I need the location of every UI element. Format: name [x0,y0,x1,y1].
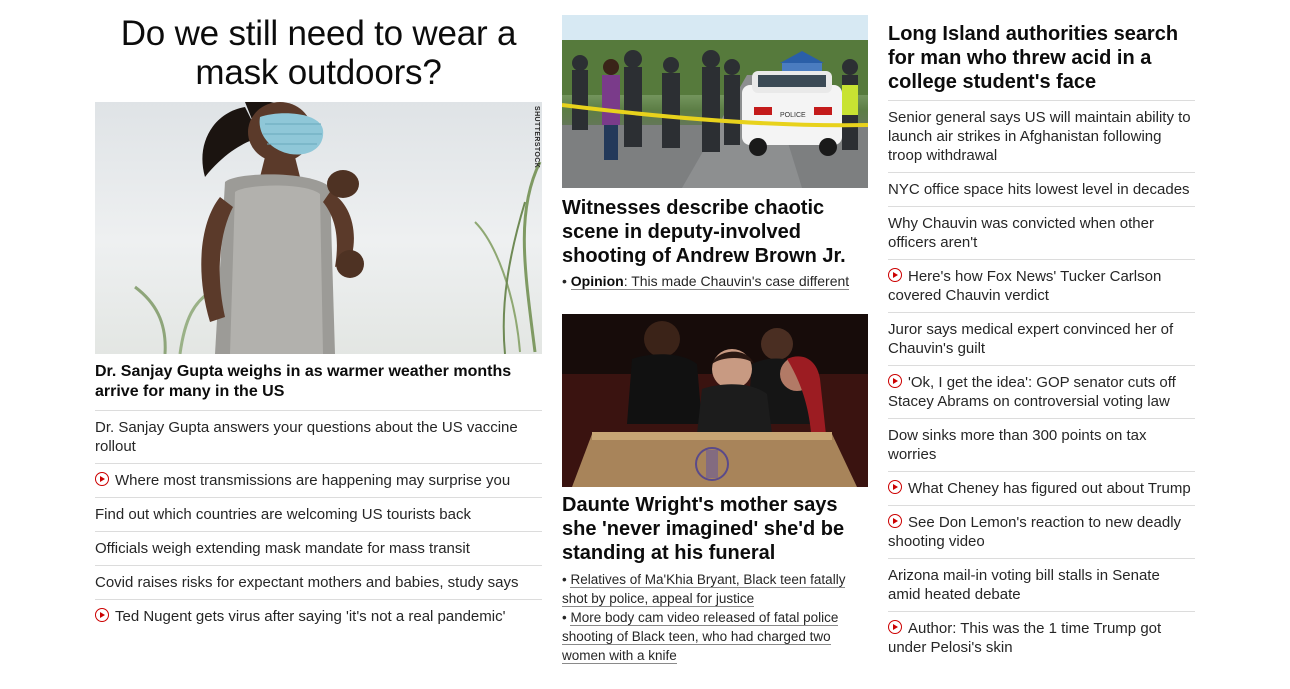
list-item-text: Juror says medical expert convinced her … [888,321,1174,357]
lead-image-headline: Dr. Sanjay Gupta weighs in as warmer wea… [95,354,542,411]
list-item[interactable]: 'Ok, I get the idea': GOP senator cuts o… [888,366,1195,419]
list-item-text: Where most transmissions are happening m… [115,472,511,489]
list-item[interactable]: Here's how Fox News' Tucker Carlson cove… [888,260,1195,313]
list-item-text: Covid raises risks for expectant mothers… [95,574,519,591]
runner-illustration [134,102,542,354]
lead-image-link[interactable]: SHUTTERSTOCK [95,102,542,354]
lead-image-headline-link[interactable]: Dr. Sanjay Gupta weighs in as warmer wea… [95,354,542,411]
list-item[interactable]: Author: This was the 1 time Trump got un… [888,612,1195,664]
play-video-icon [888,374,902,388]
col3-headline: Long Island authorities search for man w… [888,0,1195,101]
col3-headline-link[interactable]: Long Island authorities search for man w… [888,0,1195,101]
funeral-image [562,314,868,487]
related-item: • More body cam video released of fatal … [562,608,868,665]
list-item[interactable]: See Don Lemon's reaction to new deadly s… [888,506,1195,559]
play-video-icon [888,480,902,494]
col1-list: Dr. Sanjay Gupta answers your questions … [95,411,542,633]
story2-image-link[interactable] [562,314,868,487]
story1-headline: Witnesses describe chaotic scene in depu… [562,197,846,267]
list-item-text: Find out which countries are welcoming U… [95,506,471,523]
play-video-icon [95,608,109,622]
list-item[interactable]: Where most transmissions are happening m… [95,464,542,498]
list-item-text: See Don Lemon's reaction to new deadly s… [888,514,1182,550]
list-item-text: 'Ok, I get the idea': GOP senator cuts o… [888,374,1176,410]
list-item-text: Arizona mail-in voting bill stalls in Se… [888,567,1160,603]
list-item[interactable]: What Cheney has figured out about Trump [888,472,1195,506]
list-item-text: Officials weigh extending mask mandate f… [95,540,470,557]
list-item[interactable]: Senior general says US will maintain abi… [888,101,1195,173]
list-item[interactable]: NYC office space hits lowest level in de… [888,173,1195,207]
column-right: Long Island authorities search for man w… [888,0,1195,664]
list-item[interactable]: Ted Nugent gets virus after saying 'it's… [95,600,542,633]
list-item[interactable]: Covid raises risks for expectant mothers… [95,566,542,600]
list-item-text: Senior general says US will maintain abi… [888,109,1191,164]
col3-list: Senior general says US will maintain abi… [888,101,1195,664]
story1-image-link[interactable]: POLICE [562,15,868,188]
related-link[interactable]: Relatives of Ma'Khia Bryant, Black teen … [562,572,846,607]
list-item[interactable]: Arizona mail-in voting bill stalls in Se… [888,559,1195,612]
story1-headline-link[interactable]: Witnesses describe chaotic scene in depu… [562,188,868,268]
list-item[interactable]: Dr. Sanjay Gupta answers your questions … [95,411,542,464]
list-item-text: Author: This was the 1 time Trump got un… [888,620,1162,656]
opinion-link[interactable]: Opinion: This made Chauvin's case differ… [570,273,850,290]
related-item: • Relatives of Ma'Khia Bryant, Black tee… [562,570,868,608]
related-link[interactable]: More body cam video released of fatal po… [562,610,839,664]
play-video-icon [95,472,109,486]
list-item[interactable]: Officials weigh extending mask mandate f… [95,532,542,566]
bullet-glyph: • [562,273,571,289]
list-item-text: Dow sinks more than 300 points on tax wo… [888,427,1147,463]
list-item[interactable]: Find out which countries are welcoming U… [95,498,542,532]
funeral-illustration [562,314,868,487]
police-scene-image: POLICE [562,15,868,188]
story2-headline: Daunte Wright's mother says she 'never i… [562,494,845,564]
police-car-label: POLICE [780,112,806,119]
list-item[interactable]: Dow sinks more than 300 points on tax wo… [888,419,1195,472]
play-video-icon [888,268,902,282]
story2-related: • Relatives of Ma'Khia Bryant, Black tee… [562,570,868,665]
play-video-icon [888,514,902,528]
play-video-icon [888,620,902,634]
list-item[interactable]: Why Chauvin was convicted when other off… [888,207,1195,260]
list-item[interactable]: Juror says medical expert convinced her … [888,313,1195,366]
list-item-text: Here's how Fox News' Tucker Carlson cove… [888,268,1162,304]
lead-headline-link[interactable]: Do we still need to wear a mask outdoors… [95,0,542,92]
column-middle: POLICE Witnesses describe chaotic scene … [562,0,868,665]
list-item-text: What Cheney has figured out about Trump [908,480,1191,497]
list-item-text: Why Chauvin was convicted when other off… [888,215,1154,251]
story1-opinion: • Opinion: This made Chauvin's case diff… [562,272,868,291]
column-left: Do we still need to wear a mask outdoors… [95,0,542,633]
opinion-text: : This made Chauvin's case different [623,273,850,289]
opinion-label: Opinion [570,273,624,289]
lead-image: SHUTTERSTOCK [95,102,542,354]
police-scene-illustration: POLICE [562,15,868,188]
list-item-text: Dr. Sanjay Gupta answers your questions … [95,419,518,455]
lead-headline: Do we still need to wear a mask outdoors… [120,14,517,92]
list-item-text: NYC office space hits lowest level in de… [888,181,1190,198]
story2-headline-link[interactable]: Daunte Wright's mother says she 'never i… [562,487,868,565]
list-item-text: Ted Nugent gets virus after saying 'it's… [115,608,506,625]
image-credit: SHUTTERSTOCK [533,106,540,169]
